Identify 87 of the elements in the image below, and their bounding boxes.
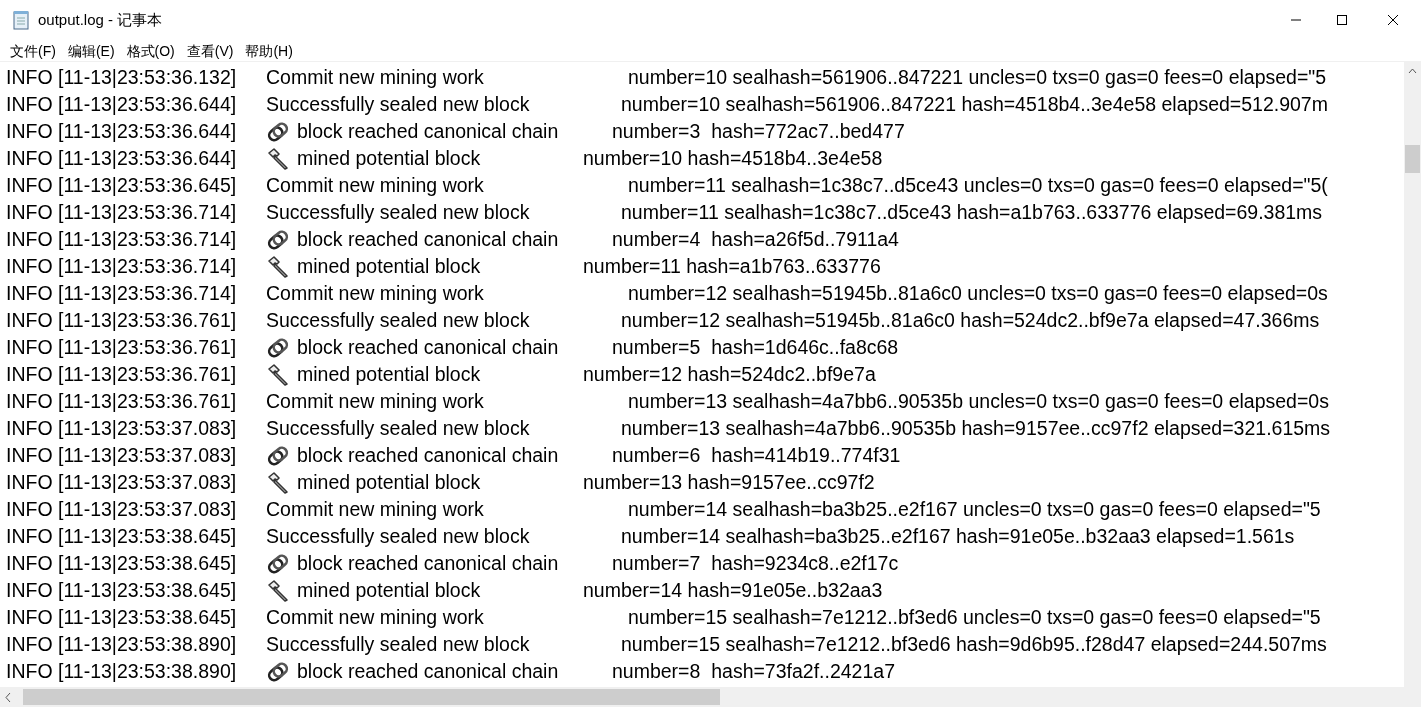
close-icon: [1387, 14, 1399, 26]
log-message: block reached canonical chain: [297, 658, 559, 684]
log-message: Commit new mining work: [266, 64, 484, 90]
log-prefix: INFO [11-13|23:53:36.132]: [6, 64, 238, 90]
menu-item[interactable]: 帮助(H): [239, 40, 299, 61]
log-prefix: INFO [11-13|23:53:37.083]: [6, 469, 238, 495]
log-prefix: INFO [11-13|23:53:38.645]: [6, 523, 238, 549]
log-message: Successfully sealed new block: [266, 307, 530, 333]
log-prefix: INFO [11-13|23:53:36.714]: [6, 226, 238, 252]
menu-item[interactable]: 格式(O): [120, 40, 181, 61]
log-message: block reached canonical chain: [297, 442, 559, 468]
log-details: number=15 sealhash=7e1212..bf3ed6 uncles=0 txs=0 gas=0 fees=0 elapsed="5: [628, 604, 1321, 630]
log-details: number=14 hash=91e05e..b32aa3: [583, 577, 883, 603]
log-message: block reached canonical chain: [297, 550, 559, 576]
log-message: Commit new mining work: [266, 280, 484, 306]
log-message: Successfully sealed new block: [266, 199, 530, 225]
window-title: output.log - 记事本: [38, 9, 163, 30]
hammer-icon: [266, 146, 290, 171]
log-prefix: INFO [11-13|23:53:38.645]: [6, 577, 238, 603]
hammer-icon: [266, 578, 290, 603]
menu-item[interactable]: 编辑(E): [61, 40, 121, 61]
menu-item[interactable]: 查看(V): [180, 40, 240, 61]
log-prefix: INFO [11-13|23:53:36.644]: [6, 91, 238, 117]
log-details: number=7 hash=9234c8..e2f17c: [612, 550, 899, 576]
log-details: number=11 sealhash=1c38c7..d5ce43 hash=a1b763..633776 elapsed=69.381ms: [621, 199, 1323, 225]
log-prefix: INFO [11-13|23:53:38.890]: [6, 631, 238, 657]
hammer-icon: [266, 362, 290, 387]
log-prefix: INFO [11-13|23:53:36.761]: [6, 361, 238, 387]
hammer-icon: [266, 470, 290, 495]
log-details: number=11 sealhash=1c38c7..d5ce43 uncles=0 txs=0 gas=0 fees=0 elapsed="5(: [628, 172, 1328, 198]
log-message: mined potential block: [297, 577, 481, 603]
log-message: Commit new mining work: [266, 172, 484, 198]
maximize-icon: [1336, 14, 1348, 26]
log-message: block reached canonical chain: [297, 118, 559, 144]
log-message: Successfully sealed new block: [266, 415, 530, 441]
log-message: mined potential block: [297, 145, 481, 171]
log-message: Successfully sealed new block: [266, 523, 530, 549]
log-message: Commit new mining work: [266, 496, 484, 522]
log-prefix: INFO [11-13|23:53:38.645]: [6, 604, 238, 630]
log-prefix: INFO [11-13|23:53:36.761]: [6, 388, 238, 414]
log-message: block reached canonical chain: [297, 334, 559, 360]
hammer-icon: [266, 254, 290, 279]
log-details: number=10 hash=4518b4..3e4e58: [583, 145, 883, 171]
horizontal-scrollbar[interactable]: [0, 687, 1421, 707]
log-prefix: INFO [11-13|23:53:38.645]: [6, 550, 238, 576]
log-details: number=13 hash=9157ee..cc97f2: [583, 469, 875, 495]
log-prefix: INFO [11-13|23:53:36.714]: [6, 253, 238, 279]
log-prefix: INFO [11-13|23:53:36.644]: [6, 118, 238, 144]
log-details: number=5 hash=1d646c..fa8c68: [612, 334, 899, 360]
log-details: number=10 sealhash=561906..847221 uncles=0 txs=0 gas=0 fees=0 elapsed="5: [628, 64, 1327, 90]
log-message: Successfully sealed new block: [266, 631, 530, 657]
vertical-scrollbar[interactable]: [1404, 62, 1421, 687]
log-prefix: INFO [11-13|23:53:36.644]: [6, 145, 238, 171]
log-prefix: INFO [11-13|23:53:36.761]: [6, 334, 238, 360]
log-details: number=12 sealhash=51945b..81a6c0 hash=524dc2..bf9e7a elapsed=47.366ms: [621, 307, 1320, 333]
notepad-icon: [12, 10, 30, 30]
log-details: number=10 sealhash=561906..847221 hash=4518b4..3e4e58 elapsed=512.907m: [621, 91, 1328, 117]
log-message: Successfully sealed new block: [266, 91, 530, 117]
log-message: Commit new mining work: [266, 388, 484, 414]
log-details: number=14 sealhash=ba3b25..e2f167 hash=91e05e..b32aa3 elapsed=1.561s: [621, 523, 1295, 549]
log-details: number=8 hash=73fa2f..2421a7: [612, 658, 895, 684]
log-details: number=4 hash=a26f5d..7911a4: [612, 226, 899, 252]
log-details: number=13 sealhash=4a7bb6..90535b hash=9157ee..cc97f2 elapsed=321.615ms: [621, 415, 1331, 441]
log-prefix: INFO [11-13|23:53:37.083]: [6, 442, 238, 468]
log-details: number=15 sealhash=7e1212..bf3ed6 hash=9d6b95..f28d47 elapsed=244.507ms: [621, 631, 1327, 657]
log-prefix: INFO [11-13|23:53:36.645]: [6, 172, 238, 198]
log-message: block reached canonical chain: [297, 226, 559, 252]
log-prefix: INFO [11-13|23:53:36.714]: [6, 280, 238, 306]
log-prefix: INFO [11-13|23:53:37.083]: [6, 415, 238, 441]
scrollbar-thumb[interactable]: [1405, 145, 1420, 173]
log-details: number=6 hash=414b19..774f31: [612, 442, 901, 468]
log-prefix: INFO [11-13|23:53:36.714]: [6, 199, 238, 225]
log-prefix: INFO [11-13|23:53:36.761]: [6, 307, 238, 333]
log-details: number=11 hash=a1b763..633776: [583, 253, 881, 279]
log-details: number=3 hash=772ac7..bed477: [612, 118, 905, 144]
log-message: mined potential block: [297, 361, 481, 387]
log-prefix: INFO [11-13|23:53:37.083]: [6, 496, 238, 522]
log-message: mined potential block: [297, 253, 481, 279]
log-details: number=13 sealhash=4a7bb6..90535b uncles=0 txs=0 gas=0 fees=0 elapsed=0s: [628, 388, 1329, 414]
scrollbar-thumb[interactable]: [23, 689, 720, 705]
log-message: Commit new mining work: [266, 604, 484, 630]
log-details: number=12 hash=524dc2..bf9e7a: [583, 361, 876, 387]
log-prefix: INFO [11-13|23:53:38.890]: [6, 658, 238, 684]
log-details: number=14 sealhash=ba3b25..e2f167 uncles=0 txs=0 gas=0 fees=0 elapsed="5: [628, 496, 1321, 522]
log-details: number=12 sealhash=51945b..81a6c0 uncles=0 txs=0 gas=0 fees=0 elapsed=0s: [628, 280, 1328, 306]
log-message: mined potential block: [297, 469, 481, 495]
menu-item[interactable]: 文件(F): [4, 40, 62, 61]
